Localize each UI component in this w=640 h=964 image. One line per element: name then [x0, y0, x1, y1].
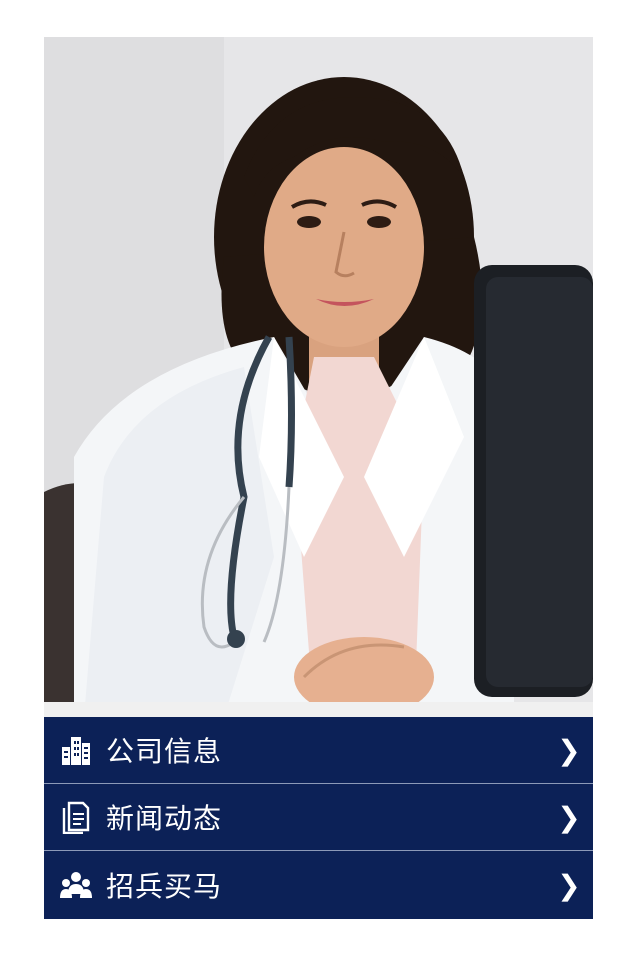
building-icon [59, 733, 93, 767]
doctor-photo [44, 37, 593, 717]
menu-item-label: 公司信息 [106, 735, 223, 768]
document-icon [59, 800, 93, 834]
group-icon [59, 868, 93, 902]
nav-menu: 公司信息 ❯ 新闻动态 ❯ 招兵买马 ❯ [44, 717, 593, 919]
chevron-right-icon: ❯ [557, 868, 581, 902]
menu-item-news[interactable]: 新闻动态 ❯ [44, 784, 593, 851]
hero-image [44, 37, 593, 717]
menu-item-company-info[interactable]: 公司信息 ❯ [44, 717, 593, 784]
menu-item-recruitment[interactable]: 招兵买马 ❯ [44, 851, 593, 919]
menu-item-label: 招兵买马 [106, 870, 223, 903]
chevron-right-icon: ❯ [557, 800, 581, 834]
menu-item-label: 新闻动态 [106, 802, 223, 835]
chevron-right-icon: ❯ [557, 733, 581, 767]
